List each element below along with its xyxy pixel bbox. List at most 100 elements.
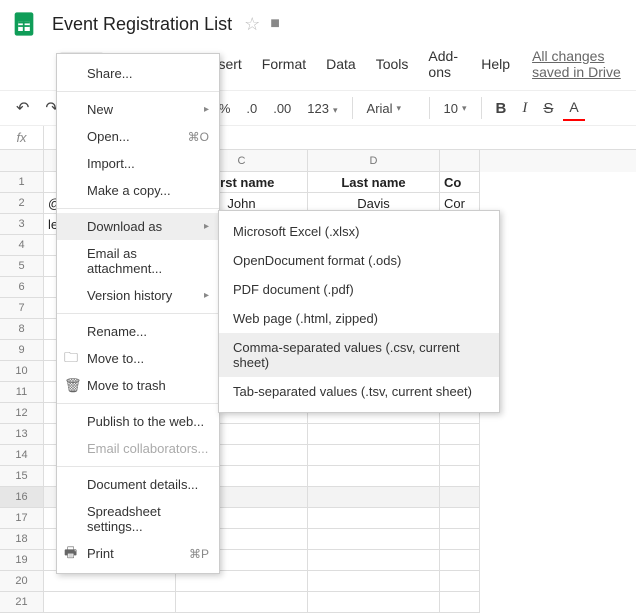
- smi-ods[interactable]: OpenDocument format (.ods): [219, 246, 499, 275]
- row-header[interactable]: 16: [0, 487, 44, 508]
- row-header[interactable]: 9: [0, 340, 44, 361]
- cell[interactable]: [308, 445, 440, 466]
- chevron-right-icon: ▸: [204, 221, 209, 232]
- mi-email-collab: Email collaborators...: [57, 435, 219, 462]
- download-submenu: Microsoft Excel (.xlsx) OpenDocument for…: [218, 210, 500, 413]
- row-header[interactable]: 17: [0, 508, 44, 529]
- cell[interactable]: Co: [440, 172, 480, 193]
- star-icon[interactable]: ☆: [244, 14, 260, 35]
- cell[interactable]: [440, 550, 480, 571]
- cell[interactable]: [308, 508, 440, 529]
- cell[interactable]: [308, 487, 440, 508]
- separator: [481, 97, 482, 119]
- font-size[interactable]: 10: [438, 97, 473, 120]
- mi-move-trash[interactable]: 🗑Move to trash: [57, 372, 219, 399]
- cell[interactable]: [440, 424, 480, 445]
- row-header[interactable]: 3: [0, 214, 44, 235]
- mi-share[interactable]: Share...: [57, 60, 219, 87]
- row-header[interactable]: 6: [0, 277, 44, 298]
- smi-html[interactable]: Web page (.html, zipped): [219, 304, 499, 333]
- row-header[interactable]: 19: [0, 550, 44, 571]
- chevron-right-icon: ▸: [204, 290, 209, 301]
- cell[interactable]: [440, 529, 480, 550]
- bold-button[interactable]: B: [490, 96, 513, 121]
- number-format[interactable]: 123: [301, 97, 343, 120]
- cell[interactable]: [308, 424, 440, 445]
- fx-label: fx: [0, 126, 44, 149]
- smi-csv[interactable]: Comma-separated values (.csv, current sh…: [219, 333, 499, 377]
- cell[interactable]: [176, 571, 308, 592]
- mi-print[interactable]: 🖶Print⌘P: [57, 540, 219, 567]
- cell[interactable]: [308, 529, 440, 550]
- menu-help[interactable]: Help: [471, 52, 520, 76]
- cell[interactable]: [440, 466, 480, 487]
- cell[interactable]: [440, 592, 480, 613]
- menu-separator: [57, 466, 219, 467]
- row-header[interactable]: 2: [0, 193, 44, 214]
- mi-open[interactable]: Open...⌘O: [57, 123, 219, 150]
- cell[interactable]: [440, 571, 480, 592]
- italic-button[interactable]: I: [516, 96, 533, 121]
- mi-import[interactable]: Import...: [57, 150, 219, 177]
- smi-tsv[interactable]: Tab-separated values (.tsv, current shee…: [219, 377, 499, 406]
- row-header[interactable]: 4: [0, 235, 44, 256]
- mi-spreadsheet-settings[interactable]: Spreadsheet settings...: [57, 498, 219, 540]
- col-header-e[interactable]: [440, 150, 480, 172]
- row-header[interactable]: 21: [0, 592, 44, 613]
- strike-button[interactable]: S: [537, 96, 559, 121]
- undo-icon[interactable]: ↶: [10, 94, 35, 122]
- smi-pdf[interactable]: PDF document (.pdf): [219, 275, 499, 304]
- menu-addons[interactable]: Add-ons: [418, 44, 471, 84]
- file-dropdown: Share... New▸ Open...⌘O Import... Make a…: [56, 53, 220, 574]
- cell[interactable]: [440, 445, 480, 466]
- text-color-button[interactable]: A: [563, 95, 584, 121]
- cell[interactable]: [176, 592, 308, 613]
- separator: [352, 97, 353, 119]
- cell[interactable]: [308, 592, 440, 613]
- select-all[interactable]: [0, 150, 44, 172]
- decrease-decimal[interactable]: .0: [240, 97, 263, 120]
- menu-format[interactable]: Format: [252, 52, 316, 76]
- cell[interactable]: [308, 550, 440, 571]
- cell[interactable]: [440, 508, 480, 529]
- smi-xlsx[interactable]: Microsoft Excel (.xlsx): [219, 217, 499, 246]
- row-header[interactable]: 14: [0, 445, 44, 466]
- row-header[interactable]: 12: [0, 403, 44, 424]
- cell[interactable]: [44, 571, 176, 592]
- sheets-logo[interactable]: [8, 8, 40, 40]
- mi-download-as[interactable]: Download as▸: [57, 213, 219, 240]
- row-header[interactable]: 15: [0, 466, 44, 487]
- row-header[interactable]: 8: [0, 319, 44, 340]
- doc-title[interactable]: Event Registration List: [48, 12, 236, 37]
- row-header[interactable]: 20: [0, 571, 44, 592]
- row-header[interactable]: 7: [0, 298, 44, 319]
- cell[interactable]: [308, 466, 440, 487]
- mi-rename[interactable]: Rename...: [57, 318, 219, 345]
- row-header[interactable]: 5: [0, 256, 44, 277]
- row-header[interactable]: 13: [0, 424, 44, 445]
- cell[interactable]: [44, 592, 176, 613]
- row-header[interactable]: 18: [0, 529, 44, 550]
- cell[interactable]: [308, 571, 440, 592]
- save-status[interactable]: All changes saved in Drive: [532, 48, 636, 80]
- mi-email-attachment[interactable]: Email as attachment...: [57, 240, 219, 282]
- cell[interactable]: [440, 487, 480, 508]
- menu-separator: [57, 91, 219, 92]
- table-row: 21: [0, 592, 636, 613]
- mi-doc-details[interactable]: Document details...: [57, 471, 219, 498]
- font-select[interactable]: Arial: [361, 97, 421, 120]
- mi-version-history[interactable]: Version history▸: [57, 282, 219, 309]
- row-header[interactable]: 10: [0, 361, 44, 382]
- folder-icon[interactable]: ■: [270, 15, 280, 33]
- cell[interactable]: Last name: [308, 172, 440, 193]
- mi-publish[interactable]: Publish to the web...: [57, 408, 219, 435]
- menu-tools[interactable]: Tools: [366, 52, 419, 76]
- increase-decimal[interactable]: .00: [267, 97, 297, 120]
- mi-move-to[interactable]: 🗀Move to...: [57, 345, 219, 372]
- row-header[interactable]: 1: [0, 172, 44, 193]
- mi-new[interactable]: New▸: [57, 96, 219, 123]
- row-header[interactable]: 11: [0, 382, 44, 403]
- col-header-d[interactable]: D: [308, 150, 440, 172]
- mi-make-copy[interactable]: Make a copy...: [57, 177, 219, 204]
- menu-data[interactable]: Data: [316, 52, 366, 76]
